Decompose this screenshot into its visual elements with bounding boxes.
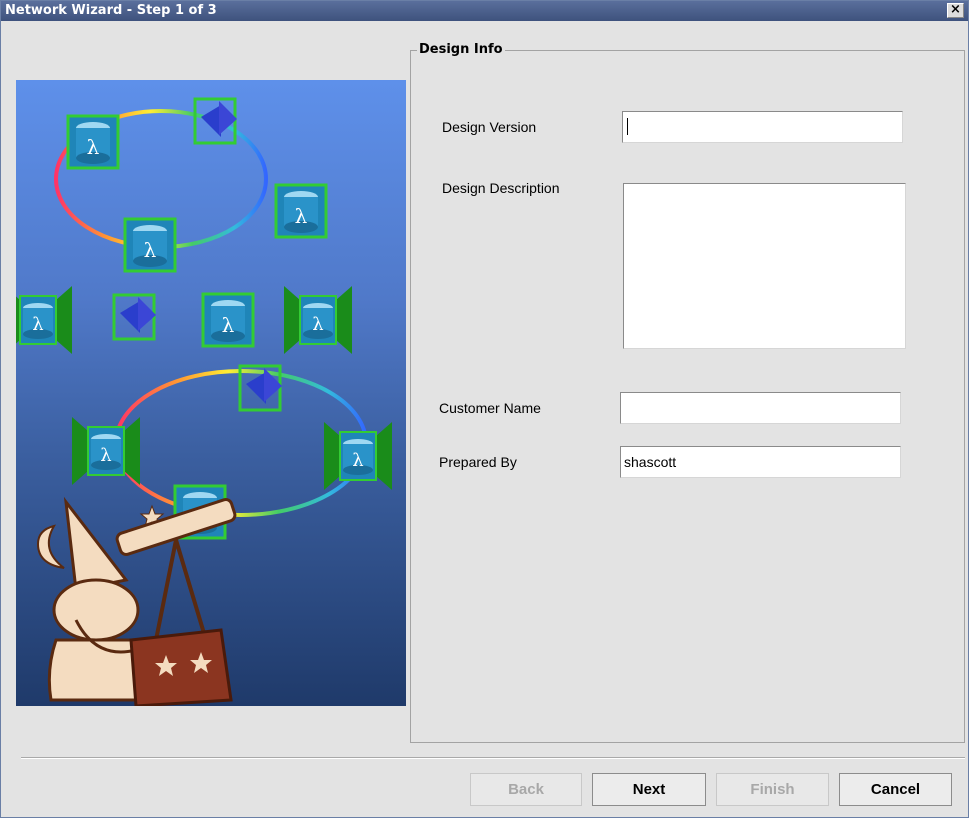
wizard-window: Network Wizard - Step 1 of 3 × Design In… [0,0,969,818]
window-title: Network Wizard - Step 1 of 3 [5,3,217,18]
customer-name-input[interactable] [620,392,901,424]
text-caret [627,118,628,135]
customer-name-label: Customer Name [439,400,541,416]
network-illustration: λ λ [16,97,393,706]
design-description-label: Design Description [442,180,560,196]
design-version-label: Design Version [442,119,537,135]
close-button[interactable]: × [947,3,964,18]
cancel-button[interactable]: Cancel [839,773,952,806]
wizard-illustration: λ λ [16,80,406,706]
design-description-textarea[interactable] [623,183,906,349]
prepared-by-input[interactable] [620,446,901,478]
prepared-by-label: Prepared By [439,454,517,470]
title-bar[interactable]: Network Wizard - Step 1 of 3 × [1,1,968,21]
button-separator [21,757,965,759]
design-info-legend: Design Info [417,42,505,57]
back-button[interactable]: Back [470,773,582,806]
design-version-input[interactable] [622,111,903,143]
finish-button[interactable]: Finish [716,773,829,806]
next-button[interactable]: Next [592,773,706,806]
close-icon: × [950,2,961,17]
